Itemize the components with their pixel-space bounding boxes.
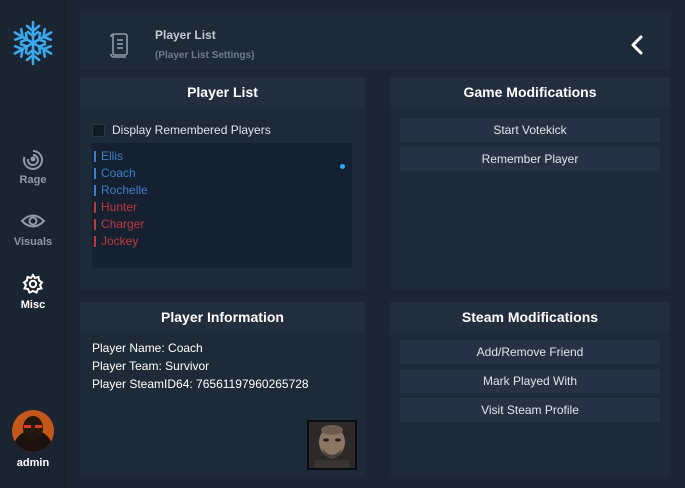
nav-visuals[interactable]: Visuals [0, 210, 66, 248]
avatar[interactable] [12, 410, 54, 452]
player-list-item[interactable]: Ellis [92, 148, 352, 165]
chevron-left-icon[interactable] [629, 34, 645, 56]
display-remembered-checkbox[interactable] [92, 123, 105, 137]
team-marker [94, 219, 96, 230]
visit-steam-profile-button[interactable]: Visit Steam Profile [400, 398, 660, 422]
player-list-item[interactable]: Jockey [92, 233, 352, 250]
nav-rage[interactable]: Rage [0, 148, 66, 186]
player-list-item[interactable]: Coach [92, 165, 352, 182]
display-remembered-toggle[interactable]: Display Remembered Players [92, 123, 271, 137]
scroll-indicator[interactable] [340, 164, 345, 169]
sidebar: Rage Visuals Misc admin [0, 0, 66, 488]
player-list-panel: Player List Display Remembered Players E… [80, 77, 365, 290]
avatar-image [12, 410, 54, 452]
team-marker [94, 236, 96, 247]
player-team-line: Player Team: Survivor [92, 359, 210, 373]
player-name: Rochelle [101, 183, 148, 197]
player-list-item[interactable]: Charger [92, 216, 352, 233]
nav-misc-label: Misc [20, 299, 46, 311]
game-modifications-title: Game Modifications [390, 77, 670, 107]
target-icon [23, 150, 43, 170]
steam-modifications-title: Steam Modifications [390, 302, 670, 332]
player-name-line: Player Name: Coach [92, 341, 203, 355]
player-name: Jockey [101, 234, 139, 248]
player-name: Charger [101, 217, 145, 231]
page-subtitle: (Player List Settings) [155, 50, 255, 61]
player-name: Coach [101, 166, 136, 180]
player-listbox[interactable]: Ellis Coach Rochelle Hunter Charger Jockey [92, 143, 352, 268]
mark-played-with-button[interactable]: Mark Played With [400, 369, 660, 393]
player-information-title: Player Information [80, 302, 365, 332]
game-modifications-panel: Game Modifications Start Votekick Rememb… [390, 77, 670, 290]
nav-misc[interactable]: Misc [0, 273, 66, 311]
player-information-panel: Player Information Player Name: Coach Pl… [80, 302, 365, 476]
nav-visuals-label: Visuals [13, 236, 53, 248]
player-list-title: Player List [80, 77, 365, 107]
page-title: Player List [155, 28, 216, 42]
player-name: Hunter [101, 200, 138, 214]
team-marker [94, 168, 96, 179]
team-marker [94, 185, 96, 196]
player-list-item[interactable]: Rochelle [92, 182, 352, 199]
nav-rage-label: Rage [19, 174, 47, 186]
team-marker [94, 151, 96, 162]
display-remembered-label: Display Remembered Players [112, 123, 271, 137]
gear-icon [22, 273, 44, 294]
start-votekick-button[interactable]: Start Votekick [400, 118, 660, 142]
player-name: Ellis [101, 149, 124, 163]
page-header: Player List (Player List Settings) [80, 13, 670, 70]
remember-player-button[interactable]: Remember Player [400, 147, 660, 171]
eye-icon [20, 214, 46, 228]
scroll-icon [110, 33, 128, 58]
snowflake-icon [10, 20, 56, 66]
player-avatar [307, 420, 357, 470]
player-list-item[interactable]: Hunter [92, 199, 352, 216]
add-remove-friend-button[interactable]: Add/Remove Friend [400, 340, 660, 364]
team-marker [94, 202, 96, 213]
steam-modifications-panel: Steam Modifications Add/Remove Friend Ma… [390, 302, 670, 476]
player-steamid-line: Player SteamID64: 76561197960265728 [92, 377, 309, 391]
player-avatar-image [309, 422, 355, 468]
user-name: admin [16, 457, 50, 469]
